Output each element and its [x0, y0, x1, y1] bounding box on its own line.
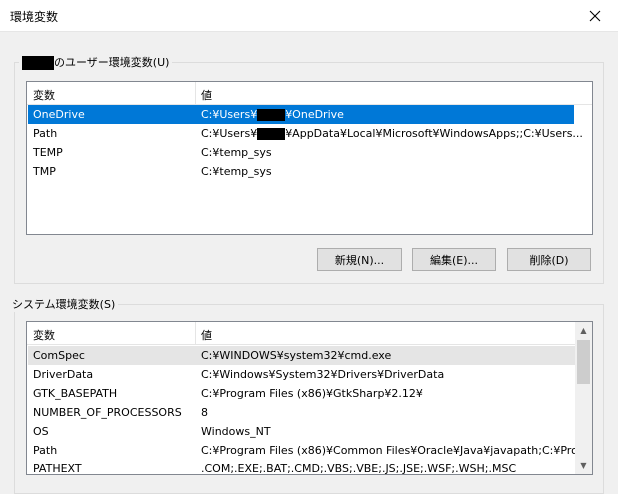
close-button[interactable]	[572, 0, 618, 31]
column-header-variable[interactable]: 変数	[33, 327, 55, 343]
new-user-variable-button[interactable]: 新規(N)...	[317, 248, 402, 271]
redacted-username	[22, 56, 54, 70]
system-var-row[interactable]: NUMBER_OF_PROCESSORS 8	[28, 403, 575, 422]
close-icon	[589, 10, 601, 21]
delete-user-variable-button[interactable]: 削除(D)	[507, 248, 591, 271]
list-header: 変数 値	[27, 82, 592, 105]
column-header-value[interactable]: 値	[201, 327, 212, 343]
column-header-value[interactable]: 値	[201, 87, 212, 103]
system-variables-label: システム環境変数(S)	[9, 296, 119, 312]
scroll-up-icon[interactable]: ▲	[575, 322, 592, 339]
system-variables-list[interactable]: 変数 値 ComSpec C:¥WINDOWS¥system32¥cmd.exe…	[26, 321, 593, 475]
list-header: 変数 値	[27, 322, 592, 345]
scroll-thumb[interactable]	[577, 340, 590, 384]
system-var-row[interactable]: Path C:¥Program Files (x86)¥Common Files…	[28, 441, 588, 460]
system-var-row[interactable]: DriverData C:¥Windows¥System32¥Drivers¥D…	[28, 365, 575, 384]
system-var-row[interactable]: OS Windows_NT	[28, 422, 575, 441]
column-divider[interactable]	[195, 82, 196, 104]
scroll-down-icon[interactable]: ▼	[575, 457, 592, 474]
system-var-row[interactable]: PATHEXT .COM;.EXE;.BAT;.CMD;.VBS;.VBE;.J…	[28, 459, 575, 474]
vertical-scrollbar[interactable]: ▲ ▼	[575, 322, 592, 474]
system-var-row[interactable]: GTK_BASEPATH C:¥Program Files (x86)¥GtkS…	[28, 384, 575, 403]
title-bar: 環境変数	[0, 0, 618, 32]
edit-user-variable-button[interactable]: 編集(E)...	[412, 248, 496, 271]
user-var-row-onedrive[interactable]: OneDrive C:¥Users¥ ¥OneDrive	[28, 105, 574, 124]
user-var-row-path[interactable]: Path C:¥Users¥ ¥AppData¥Local¥Microsoft¥W…	[28, 124, 583, 143]
system-var-row[interactable]: ComSpec C:¥WINDOWS¥system32¥cmd.exe	[28, 346, 575, 365]
user-var-row-temp[interactable]: TEMP C:¥temp_sys	[28, 143, 574, 162]
column-divider[interactable]	[195, 322, 196, 344]
user-variables-list[interactable]: 変数 値 OneDrive C:¥Users¥ ¥OneDrive Path C:…	[26, 81, 593, 235]
user-var-row-tmp[interactable]: TMP C:¥temp_sys	[28, 162, 574, 181]
user-variables-label: のユーザー環境変数(U)	[19, 54, 173, 70]
redacted-username	[257, 109, 286, 121]
column-header-variable[interactable]: 変数	[33, 87, 55, 103]
redacted-username	[257, 128, 286, 140]
window-title: 環境変数	[10, 10, 59, 24]
